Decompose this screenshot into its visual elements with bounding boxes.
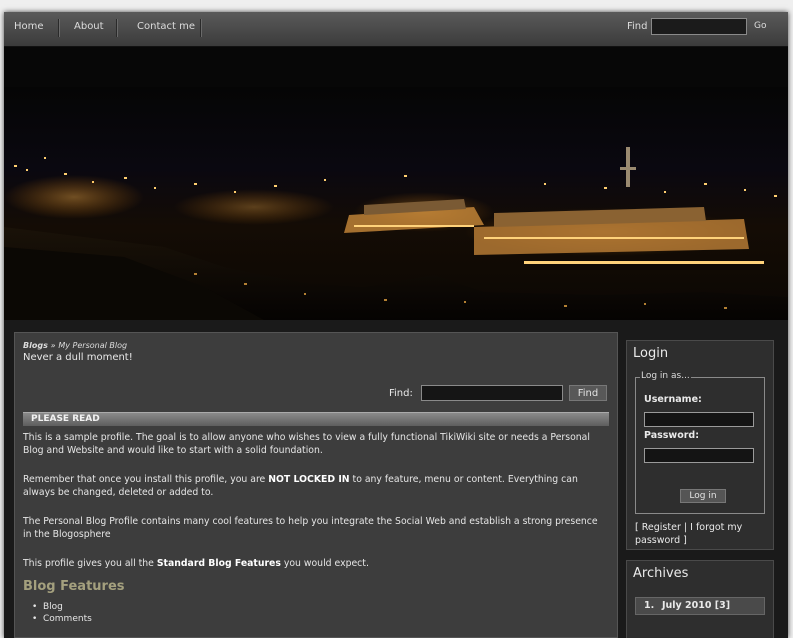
browser-frame: Home About Contact me Find Go Blogs » My… xyxy=(4,12,788,638)
breadcrumb: Blogs » My Personal Blog xyxy=(23,341,127,350)
top-find-label: Find xyxy=(627,21,648,32)
archive-item-number: 1. xyxy=(644,600,655,611)
please-read-bar: PLEASE READ xyxy=(23,412,609,426)
top-go-button[interactable]: Go xyxy=(754,21,766,31)
login-legend: Log in as... xyxy=(640,371,691,381)
para-bold-text: Standard Blog Features xyxy=(156,558,281,569)
archives-module: Archives 1. July 2010 [3] xyxy=(626,560,774,638)
breadcrumb-section-link[interactable]: Blogs xyxy=(23,341,48,350)
nav-separator xyxy=(200,19,202,37)
para-text: you would expect. xyxy=(280,558,369,569)
standard-features-paragraph: This profile gives you all the Standard … xyxy=(23,557,609,570)
find-button[interactable]: Find xyxy=(569,385,607,401)
para-text: Remember that once you install this prof… xyxy=(23,474,269,485)
nav-home-link[interactable]: Home xyxy=(14,21,44,32)
top-navigation-bar: Home About Contact me Find Go xyxy=(4,12,788,47)
find-input[interactable] xyxy=(421,385,563,401)
password-label: Password: xyxy=(644,430,700,441)
para-text: This profile gives you all the xyxy=(23,558,157,569)
username-input[interactable] xyxy=(644,412,754,427)
archive-item-link[interactable]: July 2010 [3] xyxy=(662,598,730,614)
list-item: Blog xyxy=(32,601,92,613)
password-input[interactable] xyxy=(644,448,754,463)
header-band xyxy=(4,47,788,87)
main-content-panel: Blogs » My Personal Blog Never a dull mo… xyxy=(14,332,618,638)
nav-separator xyxy=(116,19,118,37)
breadcrumb-separator: » xyxy=(50,341,56,350)
link-separator: | xyxy=(683,522,688,533)
blog-features-list: Blog Comments xyxy=(32,601,92,625)
nav-separator xyxy=(58,19,60,37)
intro-paragraph: This is a sample profile. The goal is to… xyxy=(23,432,590,456)
breadcrumb-title-link[interactable]: My Personal Blog xyxy=(58,341,127,350)
night-harbor-illustration xyxy=(4,147,788,320)
not-locked-paragraph: Remember that once you install this prof… xyxy=(23,473,609,499)
please-read-heading: PLEASE READ xyxy=(31,414,100,424)
archives-title: Archives xyxy=(633,566,689,581)
find-label: Find: xyxy=(389,388,413,399)
login-module: Login Log in as... Username: Password: L… xyxy=(626,340,774,550)
site-tagline: Never a dull moment! xyxy=(23,352,133,363)
login-title: Login xyxy=(633,346,669,361)
nav-about-link[interactable]: About xyxy=(74,21,104,32)
blog-features-heading: Blog Features xyxy=(23,579,125,594)
username-label: Username: xyxy=(644,394,702,405)
login-fieldset: Log in as... Username: Password: Log in xyxy=(635,371,765,514)
login-button[interactable]: Log in xyxy=(680,489,726,503)
register-link[interactable]: Register xyxy=(642,522,681,533)
top-search-input[interactable] xyxy=(651,18,747,35)
login-links: [ Register | I forgot my password ] xyxy=(635,522,743,546)
archive-item: 1. July 2010 [3] xyxy=(635,597,765,615)
header-banner-image xyxy=(4,87,788,320)
para-bold-text: NOT LOCKED IN xyxy=(268,474,350,485)
list-item: Comments xyxy=(32,613,92,625)
nav-contact-link[interactable]: Contact me xyxy=(137,21,195,32)
features-paragraph: The Personal Blog Profile contains many … xyxy=(23,516,598,540)
